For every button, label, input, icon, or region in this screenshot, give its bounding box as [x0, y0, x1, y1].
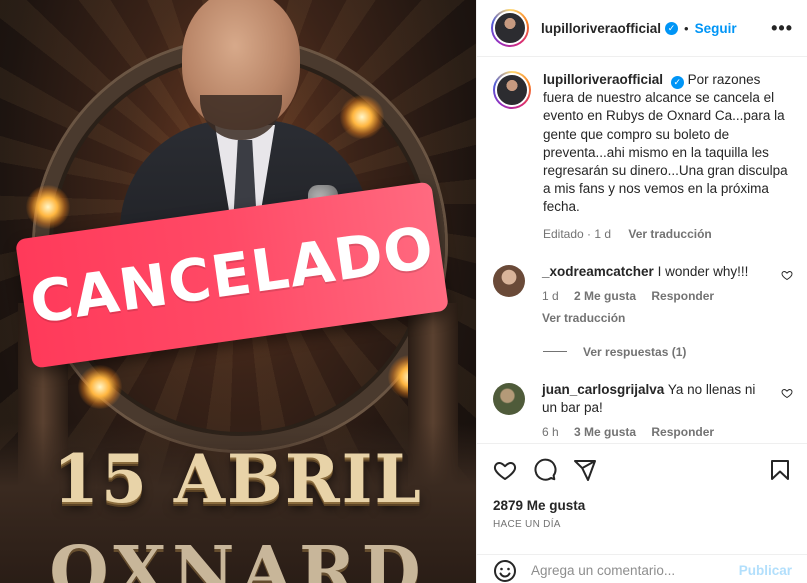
avatar[interactable] — [493, 71, 531, 109]
reply-button[interactable]: Responder — [651, 289, 714, 303]
post-actions: 2879 Me gusta HACE UN DÍA — [477, 443, 807, 530]
post-header: lupilloriveraofficial ✓ • Seguir ••• — [477, 0, 807, 57]
comment-item: juan_carlosgrijalva Ya no llenas ni un b… — [493, 381, 793, 439]
username-link[interactable]: lupilloriveraofficial — [541, 21, 661, 36]
see-translation-link[interactable]: Ver traducción — [628, 227, 711, 241]
avatar[interactable] — [491, 9, 529, 47]
caption-text: Por razones fuera de nuestro alcance se … — [543, 72, 788, 215]
post-timestamp: HACE UN DÍA — [493, 519, 561, 530]
emoji-icon[interactable] — [493, 559, 517, 583]
see-translation-link[interactable]: Ver traducción — [542, 311, 772, 325]
post-caption: lupilloriveraofficial ✓ Por razones fuer… — [493, 71, 793, 241]
comment-input[interactable] — [531, 563, 739, 578]
cancelled-banner-text: CANCELADO — [25, 213, 438, 337]
comment-meta: 1 d 2 Me gusta Responder — [542, 289, 772, 303]
comment-item: _xodreamcatcher I wonder why!!! 1 d 2 Me… — [493, 263, 793, 325]
comment-time: 1 d — [542, 288, 559, 303]
bookmark-icon[interactable] — [768, 458, 792, 482]
view-replies-button[interactable]: Ver respuestas (1) — [543, 345, 793, 359]
comment-username[interactable]: _xodreamcatcher — [542, 264, 654, 279]
comment-text-block: juan_carlosgrijalva Ya no llenas ni un b… — [542, 381, 772, 417]
comment-time: 6 h — [542, 425, 559, 440]
comment-text: I wonder why!!! — [657, 263, 749, 279]
avatar[interactable] — [493, 264, 525, 297]
comment-text-block: _xodreamcatcher I wonder why!!! — [542, 263, 772, 281]
likes-count[interactable]: 2879 Me gusta — [493, 498, 792, 513]
comment-icon[interactable] — [533, 458, 557, 482]
share-icon[interactable] — [573, 458, 597, 482]
event-city-text: OXNARD — [49, 532, 427, 583]
caption-username[interactable]: lupilloriveraofficial — [543, 72, 663, 87]
lamp-glow — [78, 365, 122, 409]
verified-badge-icon: ✓ — [665, 21, 679, 35]
replies-divider — [543, 351, 567, 353]
comment-likes-link[interactable]: 2 Me gusta — [574, 289, 636, 303]
avatar[interactable] — [493, 382, 525, 415]
comment-meta: 6 h 3 Me gusta Responder — [542, 425, 772, 439]
action-icons-row — [493, 458, 792, 482]
separator-dot: • — [684, 20, 689, 36]
like-comment-heart-icon[interactable] — [781, 269, 793, 281]
follow-button[interactable]: Seguir — [695, 21, 737, 36]
add-comment-bar: Publicar — [477, 554, 807, 583]
verified-badge-icon: ✓ — [670, 75, 684, 89]
more-options-icon[interactable]: ••• — [771, 18, 793, 39]
heart-icon[interactable] — [493, 458, 517, 482]
caption-meta: Editado · 1 d Ver traducción — [543, 227, 793, 241]
lamp-glow — [26, 185, 70, 229]
event-date-text: 15 ABRIL — [53, 440, 423, 518]
comments-section[interactable]: lupilloriveraofficial ✓ Por razones fuer… — [477, 57, 807, 443]
publish-button[interactable]: Publicar — [739, 563, 792, 578]
caption-edited: Editado · 1 d — [543, 226, 612, 241]
post-image[interactable]: CANCELADO 15 ABRIL OXNARD — [0, 0, 476, 583]
view-replies-label: Ver respuestas (1) — [583, 344, 687, 359]
comment-username[interactable]: juan_carlosgrijalva — [542, 382, 664, 397]
comment-likes-link[interactable]: 3 Me gusta — [574, 425, 636, 439]
caption-text-block: lupilloriveraofficial ✓ Por razones fuer… — [543, 71, 793, 217]
post-sidebar: lupilloriveraofficial ✓ • Seguir ••• lup… — [476, 0, 807, 583]
like-comment-heart-icon[interactable] — [781, 387, 793, 399]
reply-button[interactable]: Responder — [651, 425, 714, 439]
